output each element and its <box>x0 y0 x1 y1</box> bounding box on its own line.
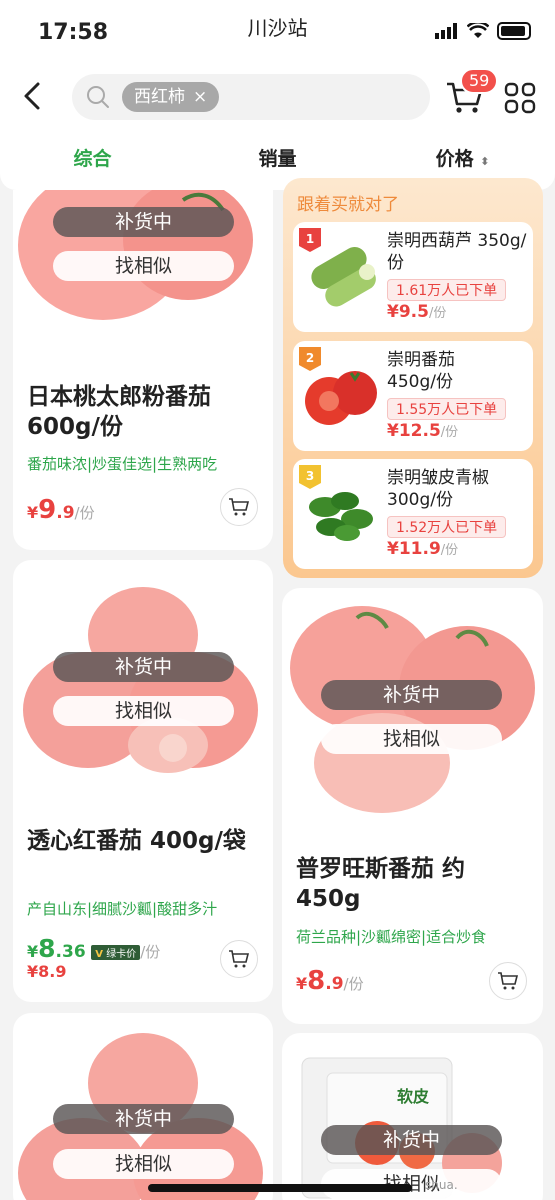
ranking-item-name: 崇明皱皮青椒 300g/份 <box>387 468 489 510</box>
cart-count-badge: 59 <box>460 68 499 94</box>
green-pepper-image <box>309 492 373 541</box>
product-price: ¥9.9/份 <box>27 495 95 525</box>
price-unit: /份 <box>140 943 161 961</box>
chevron-left-icon <box>24 82 40 110</box>
ranking-item-price: ¥9.5/份 <box>387 302 446 322</box>
top-header: 西红柿 × 59 <box>0 66 555 130</box>
price-integer: 9 <box>38 495 57 525</box>
ranking-card: 跟着买就对了 1 崇明西葫芦 350g/份 1.61万人已下单 ¥9.5/份 2… <box>283 178 543 578</box>
product-card[interactable]: 补货中 找相似 <box>13 1013 273 1200</box>
ranking-title: 跟着买就对了 <box>297 195 399 215</box>
ranking-item[interactable]: 2 崇明番茄 450g/份 1.55万人已下单 ¥12.5/份 <box>293 341 533 451</box>
battery-icon <box>497 22 531 40</box>
find-similar-button[interactable]: 找相似 <box>53 251 234 281</box>
zucchini-image <box>311 247 376 307</box>
add-to-cart-button[interactable] <box>489 962 527 1000</box>
price-currency: ¥ <box>27 942 39 961</box>
green-card-tag: V 绿卡价 <box>91 945 141 960</box>
price-unit: /份 <box>440 425 459 440</box>
ranking-item-name: 崇明西葫芦 350g/份 <box>387 231 527 273</box>
price-decimal: .9 <box>325 974 344 994</box>
package-label: 软皮 <box>397 1087 430 1106</box>
price-unit: /份 <box>343 975 364 993</box>
price-unit: /份 <box>440 543 459 558</box>
product-tags: 产自山东|细腻沙瓤|酸甜多汁 <box>27 900 218 918</box>
cart-icon <box>229 498 250 516</box>
restock-label: 补货中 <box>321 680 502 710</box>
product-title: 日本桃太郎粉番茄 600g/份 <box>27 384 211 440</box>
price-integer: 8 <box>38 934 56 963</box>
tab-label: 价格 <box>435 148 474 170</box>
restock-label: 补货中 <box>321 1125 502 1155</box>
find-similar-button[interactable]: 找相似 <box>321 724 502 754</box>
ranking-item[interactable]: 3 崇明皱皮青椒 300g/份 1.52万人已下单 ¥11.9/份 <box>293 459 533 569</box>
price-value: ¥9.5 <box>387 302 429 322</box>
product-tags: 番茄味浓|炒蛋佳选|生熟两吃 <box>27 455 218 473</box>
ranking-item-price: ¥12.5/份 <box>387 421 458 441</box>
watermark: shua. <box>425 1178 458 1192</box>
product-card[interactable]: 补货中 找相似 普罗旺斯番茄 约450g 荷兰品种|沙瓤绵密|适合炒食 ¥8.9… <box>282 588 543 1024</box>
product-title: 透心红番茄 400g/袋 <box>27 828 246 854</box>
vip-v-mark: V <box>95 949 103 960</box>
tab-comprehensive[interactable]: 综合 <box>0 130 185 190</box>
ranking-item-sold: 1.61万人已下单 <box>387 279 507 301</box>
price-decimal: .9 <box>56 503 75 523</box>
sort-caret-icon: ⬍ <box>480 155 490 168</box>
tab-label: 销量 <box>258 148 297 170</box>
ranking-item-sold: 1.55万人已下单 <box>387 398 507 420</box>
cart-icon <box>229 950 250 968</box>
status-bar: 17:58 川沙站 <box>0 0 555 66</box>
back-button[interactable] <box>18 80 50 112</box>
clear-keyword-icon[interactable]: × <box>193 82 207 112</box>
category-grid-icon[interactable] <box>504 82 536 114</box>
price-currency: ¥ <box>296 974 308 993</box>
wifi-icon <box>467 23 489 38</box>
product-card[interactable]: 软皮 补货中 找相似 <box>282 1033 543 1200</box>
signal-icon <box>435 23 457 39</box>
price-currency: ¥ <box>27 503 39 522</box>
search-keyword-chip[interactable]: 西红柿 × <box>122 82 220 112</box>
product-tags: 荷兰品种|沙瓤绵密|适合炒食 <box>296 928 487 946</box>
add-to-cart-button[interactable] <box>220 940 258 978</box>
tab-label: 综合 <box>73 148 112 170</box>
price-value: ¥11.9 <box>387 539 441 559</box>
cart-icon <box>498 972 519 990</box>
ranking-item-price: ¥11.9/份 <box>387 539 458 559</box>
restock-label: 补货中 <box>53 652 234 682</box>
home-indicator[interactable] <box>148 1184 412 1192</box>
price-value: ¥12.5 <box>387 421 441 441</box>
vip-label: 绿卡价 <box>106 949 137 960</box>
tomato-image <box>305 371 377 425</box>
restock-label: 补货中 <box>53 207 234 237</box>
price-integer: 8 <box>307 966 326 996</box>
product-price: ¥8.9/份 <box>296 966 364 996</box>
ranking-item-sold: 1.52万人已下单 <box>387 516 507 538</box>
status-icons <box>435 22 531 40</box>
price-unit: /份 <box>74 504 95 522</box>
find-similar-button[interactable]: 找相似 <box>53 1149 234 1179</box>
search-icon <box>87 86 109 108</box>
search-keyword: 西红柿 <box>134 87 185 107</box>
price-unit: /份 <box>428 306 447 321</box>
product-card[interactable]: 补货中 找相似 透心红番茄 400g/袋 产自山东|细腻沙瓤|酸甜多汁 ¥8.3… <box>13 560 273 1002</box>
ranking-item[interactable]: 1 崇明西葫芦 350g/份 1.61万人已下单 ¥9.5/份 <box>293 222 533 332</box>
vip-price: ¥8.36 V 绿卡价/份 <box>27 934 160 963</box>
original-price: ¥8.9 <box>27 962 67 981</box>
find-similar-button[interactable]: 找相似 <box>53 696 234 726</box>
add-to-cart-button[interactable] <box>220 488 258 526</box>
product-card[interactable]: 补货中 找相似 日本桃太郎粉番茄 600g/份 番茄味浓|炒蛋佳选|生熟两吃 ¥… <box>13 190 273 550</box>
price-decimal: .36 <box>55 942 86 962</box>
search-bar[interactable]: 西红柿 × <box>72 74 430 120</box>
product-title: 普罗旺斯番茄 约450g <box>296 856 466 912</box>
restock-label: 补货中 <box>53 1104 234 1134</box>
ranking-item-name: 崇明番茄 450g/份 <box>387 350 455 392</box>
